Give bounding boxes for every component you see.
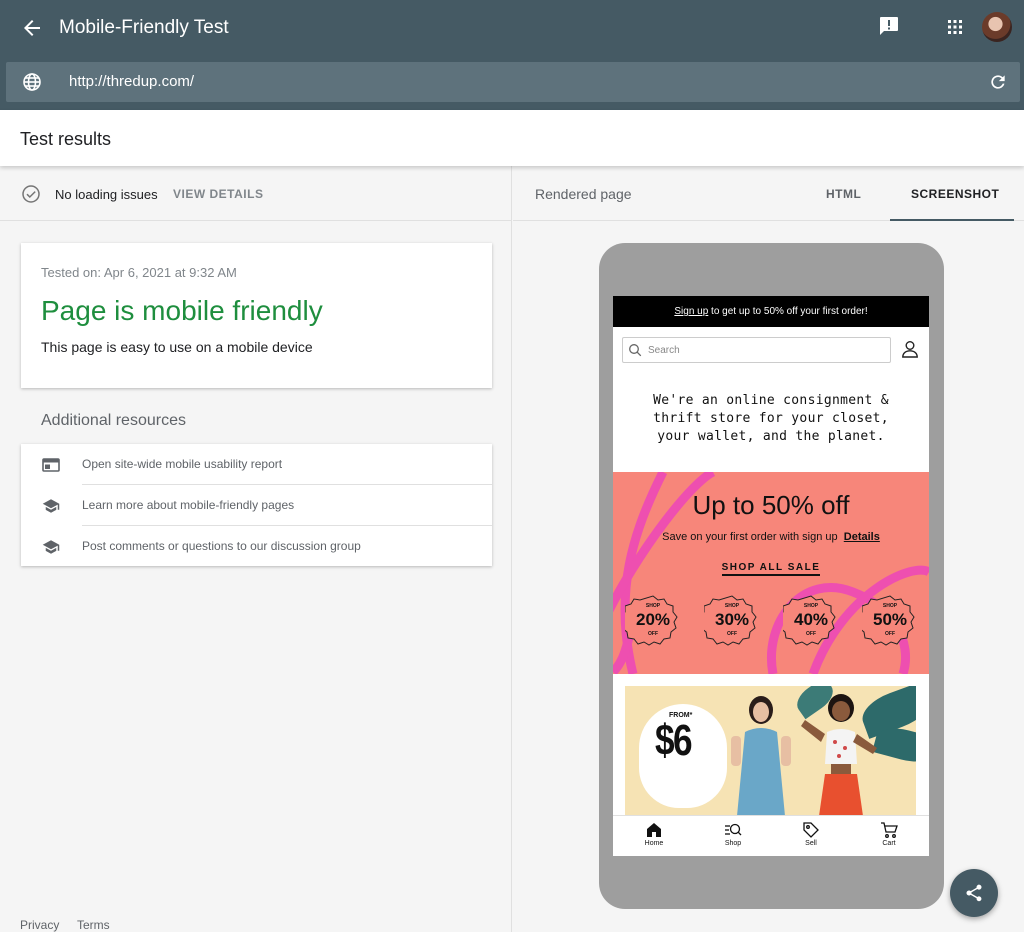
- loading-status-text: No loading issues: [55, 187, 158, 202]
- badge-percent: 50%: [872, 610, 908, 629]
- mobile-tab-label: Sell: [805, 840, 817, 847]
- check-circle-icon: [21, 184, 41, 204]
- badge-shop-label: SHOP: [645, 603, 661, 609]
- model-figure: [731, 696, 791, 816]
- mobile-tagline: We're an online consignment & thrift sto…: [613, 392, 929, 446]
- preview-panel: Rendered page HTML SCREENSHOT Sign up to…: [513, 166, 1024, 932]
- avatar[interactable]: [982, 12, 1012, 42]
- view-details-button[interactable]: VIEW DETAILS: [173, 187, 263, 201]
- badge-off-label: OFF: [648, 631, 658, 637]
- sale-subtitle: Save on your first order with sign up De…: [613, 531, 929, 543]
- mobile-screenshot: Sign up to get up to 50% off your first …: [613, 296, 929, 856]
- tab-screenshot[interactable]: SCREENSHOT: [911, 187, 999, 201]
- sale-subtitle-text: Save on your first order with sign up: [662, 531, 838, 543]
- share-button[interactable]: [950, 869, 998, 917]
- resource-link-usability-report[interactable]: Open site-wide mobile usability report: [21, 444, 492, 485]
- sale-headline: Up to 50% off: [692, 490, 850, 520]
- resource-label: Open site-wide mobile usability report: [82, 457, 283, 471]
- resource-link-learn-more[interactable]: Learn more about mobile-friendly pages: [21, 485, 492, 526]
- app-header: Mobile-Friendly Test http://thredup.com/: [0, 0, 1024, 110]
- promo-text: to get up to 50% off your first order!: [708, 306, 868, 317]
- school-icon: [42, 538, 60, 556]
- tab-html[interactable]: HTML: [826, 187, 861, 201]
- resource-link-discussion-group[interactable]: Post comments or questions to our discus…: [21, 526, 492, 567]
- badge-off-label: OFF: [806, 631, 816, 637]
- sale-banner: Up to 50% off Save on your first order w…: [613, 472, 929, 674]
- promo-banner: Sign up to get up to 50% off your first …: [613, 296, 929, 327]
- privacy-link[interactable]: Privacy: [20, 918, 59, 932]
- results-title: Test results: [20, 129, 112, 149]
- mobile-tab-home: Home: [629, 821, 679, 847]
- hero-price: $6: [655, 716, 693, 765]
- discount-badge: SHOP 20% OFF: [625, 594, 681, 650]
- mobile-tab-bar: Home Shop Sell Cart: [613, 815, 929, 856]
- mobile-search-field: Search: [622, 337, 891, 363]
- home-icon: [647, 823, 661, 837]
- resources-list: Open site-wide mobile usability report L…: [21, 444, 492, 566]
- verdict-card: Tested on: Apr 6, 2021 at 9:32 AM Page i…: [21, 243, 492, 388]
- mobile-tab-shop: Shop: [708, 821, 758, 847]
- shop-all-sale-label: SHOP ALL SALE: [721, 562, 821, 576]
- mobile-tab-label: Cart: [882, 840, 896, 847]
- mobile-tab-label: Shop: [724, 840, 742, 847]
- search-placeholder: Search: [648, 345, 680, 356]
- badge-percent: 30%: [714, 610, 750, 629]
- tag-icon: [803, 822, 819, 838]
- tagline-line: thrift store for your closet,: [653, 411, 889, 426]
- badge-shop-label: SHOP: [803, 603, 819, 609]
- badge-percent: 40%: [793, 610, 829, 629]
- results-panel: No loading issues VIEW DETAILS Tested on…: [0, 166, 512, 932]
- back-arrow-icon[interactable]: [18, 14, 46, 42]
- mobile-tab-label: Home: [644, 840, 664, 847]
- tested-on-timestamp: Tested on: Apr 6, 2021 at 9:32 AM: [41, 265, 237, 280]
- globe-icon: [22, 72, 42, 92]
- shop-search-icon: [725, 823, 742, 836]
- search-icon: [628, 343, 642, 357]
- badge-shop-label: SHOP: [724, 603, 740, 609]
- resource-label: Post comments or questions to our discus…: [82, 539, 361, 553]
- apps-grid-icon[interactable]: [943, 15, 967, 39]
- preview-tabs: Rendered page HTML SCREENSHOT: [513, 166, 1024, 221]
- feedback-icon[interactable]: [877, 14, 901, 38]
- sale-details-link: Details: [843, 531, 880, 543]
- additional-resources-title: Additional resources: [41, 412, 186, 429]
- badge-off-label: OFF: [885, 631, 895, 637]
- badge-off-label: OFF: [727, 631, 737, 637]
- app-title: Mobile-Friendly Test: [59, 17, 229, 38]
- discount-badge: SHOP 30% OFF: [704, 594, 760, 650]
- results-header: Test results: [0, 110, 1024, 166]
- verdict-description: This page is easy to use on a mobile dev…: [41, 339, 313, 355]
- reload-icon[interactable]: [988, 72, 1008, 92]
- cart-icon: [881, 822, 898, 838]
- loading-status-row: No loading issues VIEW DETAILS: [0, 166, 512, 221]
- url-bar[interactable]: http://thredup.com/: [6, 62, 1020, 102]
- resource-label: Learn more about mobile-friendly pages: [82, 498, 295, 512]
- terms-link[interactable]: Terms: [77, 918, 110, 932]
- badge-shop-label: SHOP: [882, 603, 898, 609]
- user-icon: [900, 339, 920, 359]
- discount-badge: SHOP 50% OFF: [862, 594, 918, 650]
- school-icon: [42, 497, 60, 515]
- url-text[interactable]: http://thredup.com/: [69, 73, 194, 90]
- verdict-heading: Page is mobile friendly: [41, 295, 323, 326]
- signup-link: Sign up: [674, 306, 709, 317]
- hero-promo-image: FROM* $6: [625, 686, 916, 816]
- model-figure: [801, 694, 877, 816]
- badge-percent: 20%: [635, 610, 671, 629]
- mobile-tab-cart: Cart: [864, 821, 914, 847]
- tagline-line: We're an online consignment &: [653, 393, 889, 408]
- mobile-tab-sell: Sell: [786, 821, 836, 847]
- phone-frame: Sign up to get up to 50% off your first …: [599, 243, 944, 909]
- discount-badge: SHOP 40% OFF: [783, 594, 839, 650]
- tagline-line: your wallet, and the planet.: [657, 429, 885, 444]
- rendered-page-label: Rendered page: [535, 186, 632, 202]
- share-icon: [966, 884, 982, 902]
- shop-all-sale-link: SHOP ALL SALE: [613, 562, 929, 576]
- active-tab-indicator: [890, 219, 1014, 221]
- report-icon: [42, 456, 60, 474]
